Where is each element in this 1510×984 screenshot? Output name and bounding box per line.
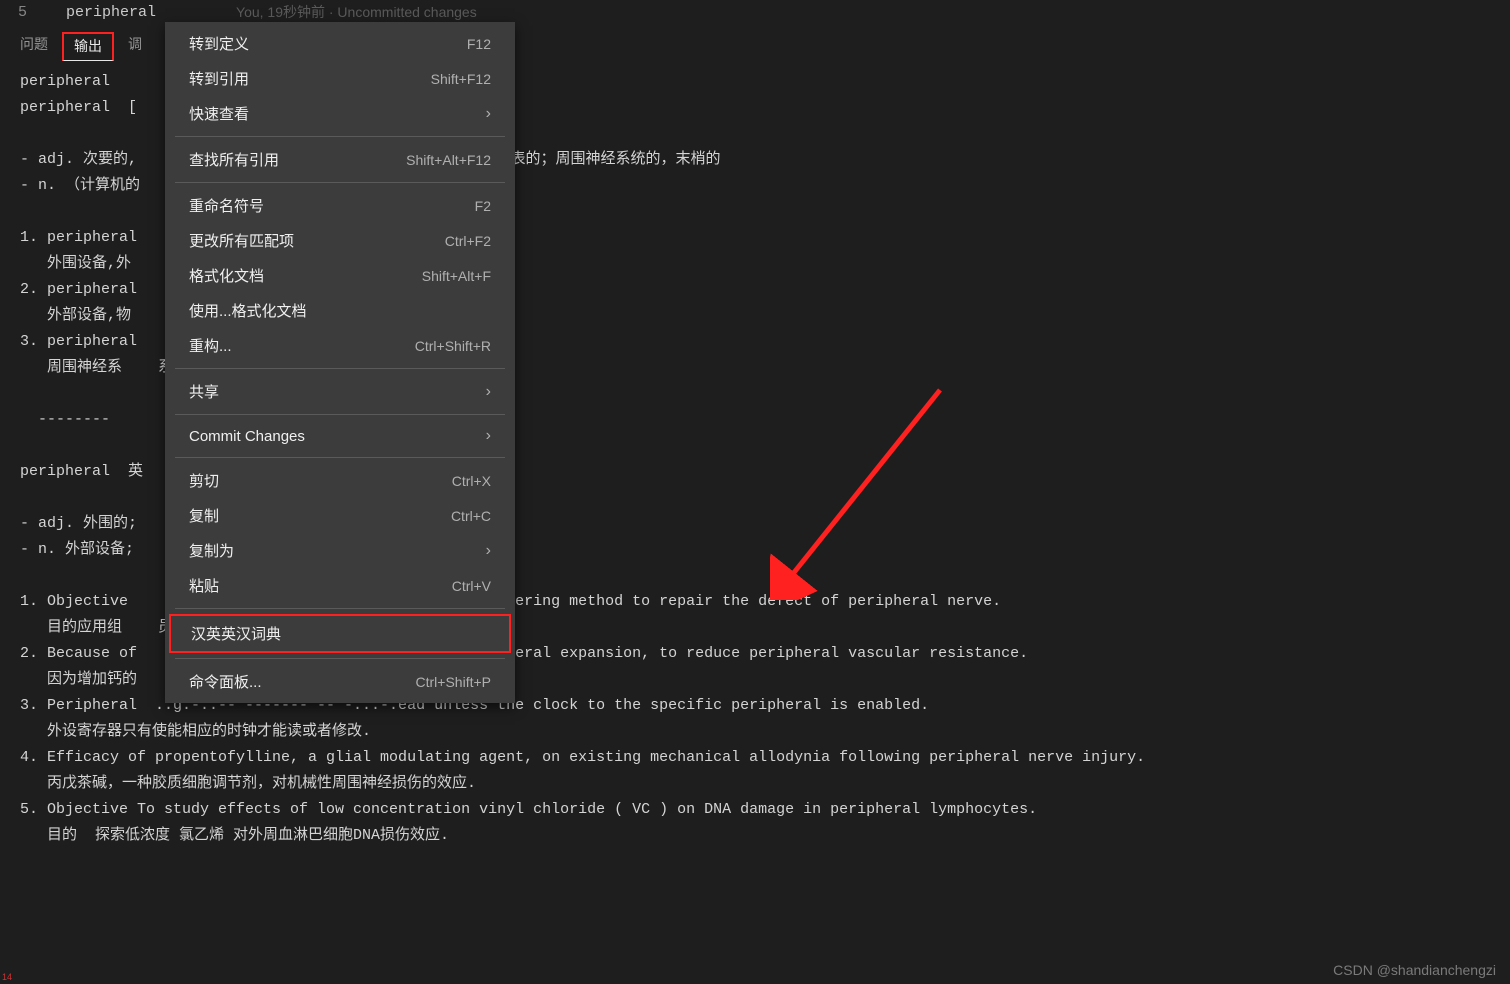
menu-shortcut: Ctrl+C	[451, 508, 491, 524]
chevron-right-icon: ›	[486, 105, 491, 123]
menu-item[interactable]: 转到定义 F12	[165, 26, 515, 61]
chevron-right-icon: ›	[486, 542, 491, 560]
menu-item-label: 粘贴	[189, 575, 219, 596]
tab-debug[interactable]: 调	[128, 34, 142, 57]
line-number: 5	[18, 4, 48, 21]
menu-shortcut: F2	[475, 198, 491, 214]
menu-shortcut: Shift+Alt+F12	[406, 152, 491, 168]
menu-item[interactable]: 命令面板... Ctrl+Shift+P	[165, 664, 515, 699]
menu-item-label: 重命名符号	[189, 195, 264, 216]
code-content[interactable]: peripheral	[66, 4, 156, 21]
menu-divider	[175, 608, 505, 609]
tab-output[interactable]: 输出	[62, 32, 114, 61]
menu-shortcut: Shift+Alt+F	[422, 268, 491, 284]
menu-item-label: 重构...	[189, 335, 232, 356]
menu-item-label: 剪切	[189, 470, 219, 491]
chevron-right-icon: ›	[486, 427, 491, 445]
watermark: CSDN @shandianchengzi	[1333, 962, 1496, 978]
menu-item-label: 共享	[189, 381, 219, 402]
gitlens-annotation: You, 19秒钟前 · Uncommitted changes	[236, 2, 477, 22]
menu-divider	[175, 182, 505, 183]
menu-item[interactable]: 重命名符号 F2	[165, 188, 515, 223]
menu-item-label: 复制	[189, 505, 219, 526]
menu-item[interactable]: 使用...格式化文档	[165, 293, 515, 328]
editor-gutter-line: 5 peripheral You, 19秒钟前 · Uncommitted ch…	[0, 0, 1510, 24]
menu-shortcut: Ctrl+Shift+R	[415, 338, 491, 354]
chevron-right-icon: ›	[486, 383, 491, 401]
menu-item-label: 汉英英汉词典	[191, 623, 281, 644]
tab-problems[interactable]: 问题	[20, 34, 48, 57]
menu-item-label: 更改所有匹配项	[189, 230, 294, 251]
menu-item[interactable]: 复制为 ›	[165, 533, 515, 568]
menu-item[interactable]: 更改所有匹配项 Ctrl+F2	[165, 223, 515, 258]
menu-item-label: 使用...格式化文档	[189, 300, 307, 321]
menu-item-label: 快速查看	[189, 103, 249, 124]
menu-item[interactable]: 汉英英汉词典	[169, 614, 511, 653]
menu-item-label: 查找所有引用	[189, 149, 279, 170]
menu-shortcut: Ctrl+Shift+P	[416, 674, 491, 690]
menu-item-label: 转到定义	[189, 33, 249, 54]
menu-shortcut: Ctrl+F2	[445, 233, 491, 249]
menu-divider	[175, 658, 505, 659]
menu-item-label: 命令面板...	[189, 671, 262, 692]
menu-item[interactable]: 重构... Ctrl+Shift+R	[165, 328, 515, 363]
corner-badge: 14	[2, 972, 12, 982]
menu-item-label: 转到引用	[189, 68, 249, 89]
menu-divider	[175, 136, 505, 137]
menu-item[interactable]: Commit Changes ›	[165, 420, 515, 452]
context-menu: 转到定义 F12 转到引用 Shift+F12 快速查看 › 查找所有引用 Shift+Alt…	[165, 22, 515, 703]
menu-shortcut: Ctrl+V	[452, 578, 491, 594]
menu-divider	[175, 414, 505, 415]
menu-item[interactable]: 粘贴 Ctrl+V	[165, 568, 515, 603]
menu-divider	[175, 368, 505, 369]
menu-shortcut: Ctrl+X	[452, 473, 491, 489]
menu-item[interactable]: 复制 Ctrl+C	[165, 498, 515, 533]
menu-item[interactable]: 剪切 Ctrl+X	[165, 463, 515, 498]
menu-item-label: Commit Changes	[189, 428, 305, 445]
menu-item-label: 复制为	[189, 540, 234, 561]
menu-shortcut: F12	[467, 36, 491, 52]
menu-divider	[175, 457, 505, 458]
menu-item[interactable]: 共享 ›	[165, 374, 515, 409]
menu-item[interactable]: 查找所有引用 Shift+Alt+F12	[165, 142, 515, 177]
menu-item[interactable]: 格式化文档 Shift+Alt+F	[165, 258, 515, 293]
menu-item[interactable]: 快速查看 ›	[165, 96, 515, 131]
menu-item[interactable]: 转到引用 Shift+F12	[165, 61, 515, 96]
menu-shortcut: Shift+F12	[431, 71, 491, 87]
menu-item-label: 格式化文档	[189, 265, 264, 286]
